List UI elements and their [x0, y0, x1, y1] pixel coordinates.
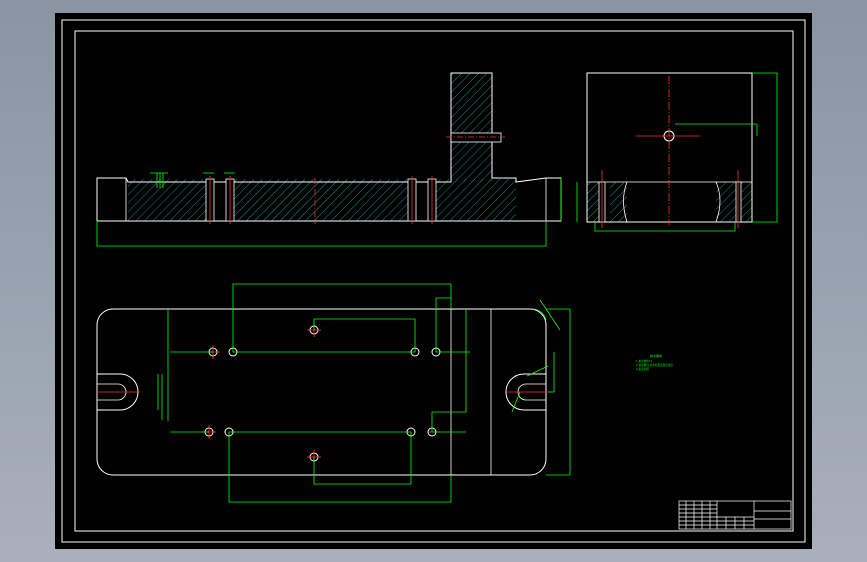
notes-line-2: 2.锐边倒钝,去毛刺及表面氧化皮	[636, 363, 673, 367]
notes-line-1: 1.未注倒角C1	[636, 359, 653, 363]
drawing-sheet	[55, 13, 812, 549]
notes-line-3: 3.发蓝处理	[636, 367, 649, 371]
cad-drawing-canvas: 技术要求 1.未注倒角C1 2.锐边倒钝,去毛刺及表面氧化皮 3.发蓝处理	[55, 13, 812, 549]
notes-title: 技术要求	[650, 353, 662, 358]
